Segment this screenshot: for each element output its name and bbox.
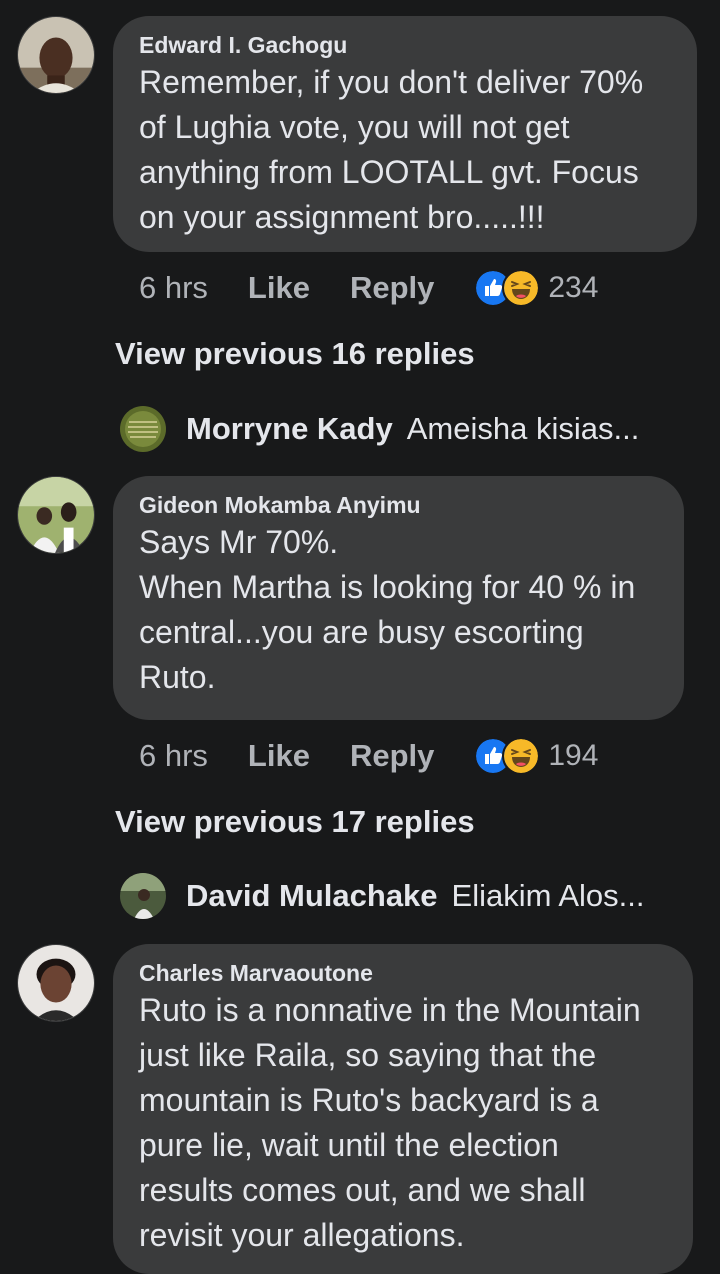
reply-author: David Mulachake bbox=[186, 878, 438, 913]
comment-timestamp[interactable]: 6 hrs bbox=[139, 270, 208, 306]
reactions-summary[interactable] bbox=[474, 737, 541, 775]
comment-timestamp[interactable]: 6 hrs bbox=[139, 738, 208, 774]
comment-bubble: Edward I. Gachogu Remember, if you don't… bbox=[113, 16, 697, 252]
comment-text: Says Mr 70%. When Martha is looking for … bbox=[139, 524, 636, 695]
comment-text: Remember, if you don't deliver 70% of Lu… bbox=[139, 64, 644, 235]
view-previous-replies-link[interactable]: View previous 17 replies bbox=[115, 804, 475, 840]
reaction-count[interactable]: 194 bbox=[548, 739, 598, 773]
haha-icon bbox=[502, 269, 541, 307]
comment-bubble: Charles Marvaoutone Ruto is a nonnative … bbox=[113, 944, 693, 1274]
reply-button[interactable]: Reply bbox=[350, 270, 434, 306]
haha-icon bbox=[502, 737, 541, 775]
avatar bbox=[120, 406, 166, 452]
reply-snippet: Ameisha kisias... bbox=[406, 411, 640, 446]
comment-actions: 6 hrs Like Reply 194 bbox=[139, 734, 598, 778]
comment-actions: 6 hrs Like Reply 234 bbox=[139, 266, 598, 310]
avatar[interactable] bbox=[17, 476, 95, 554]
avatar bbox=[120, 873, 166, 919]
avatar[interactable] bbox=[17, 16, 95, 94]
comment-text: Ruto is a nonnative in the Mountain just… bbox=[139, 992, 641, 1253]
like-button[interactable]: Like bbox=[248, 738, 310, 774]
reply-button[interactable]: Reply bbox=[350, 738, 434, 774]
latest-reply-preview[interactable]: Morryne Kady Ameisha kisias... bbox=[120, 405, 639, 453]
comment-author[interactable]: Gideon Mokamba Anyimu bbox=[139, 490, 658, 520]
like-button[interactable]: Like bbox=[248, 270, 310, 306]
comment-author[interactable]: Charles Marvaoutone bbox=[139, 958, 667, 988]
reply-snippet: Eliakim Alos... bbox=[451, 878, 645, 913]
view-previous-replies-link[interactable]: View previous 16 replies bbox=[115, 336, 475, 372]
latest-reply-preview[interactable]: David Mulachake Eliakim Alos... bbox=[120, 872, 645, 920]
avatar[interactable] bbox=[17, 944, 95, 1022]
comment-author[interactable]: Edward I. Gachogu bbox=[139, 30, 671, 60]
reply-author: Morryne Kady bbox=[186, 411, 393, 446]
reaction-count[interactable]: 234 bbox=[548, 271, 598, 305]
reactions-summary[interactable] bbox=[474, 269, 541, 307]
comment-bubble: Gideon Mokamba Anyimu Says Mr 70%. When … bbox=[113, 476, 684, 720]
